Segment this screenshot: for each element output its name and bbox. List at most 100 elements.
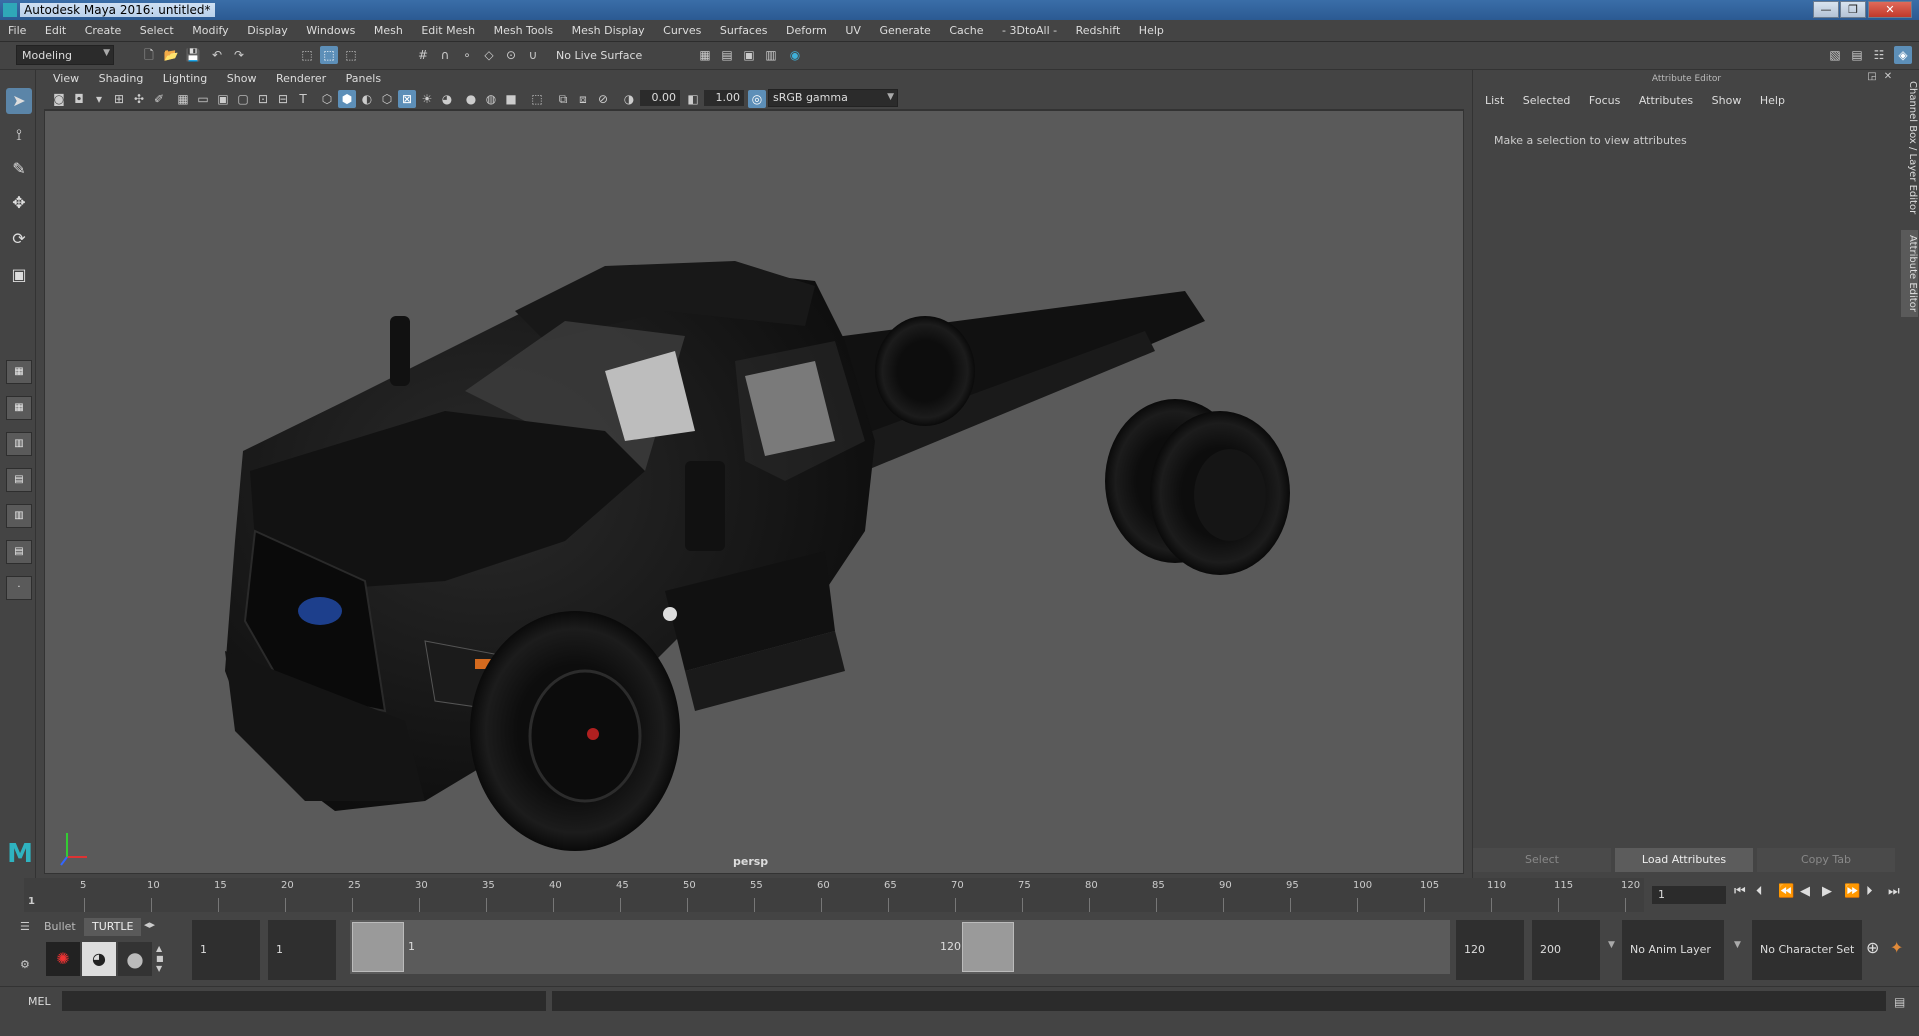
snap-curve-icon[interactable]: ∩ (436, 46, 454, 64)
play-backward-icon[interactable]: ◀ (1800, 884, 1810, 899)
shelf-menu-icon[interactable]: ☰ (20, 920, 34, 934)
wireframe-on-shaded-icon[interactable]: ⬡ (378, 90, 396, 108)
attribute-editor-tab[interactable]: Attribute Editor (1901, 230, 1918, 317)
motion-blur-icon[interactable]: ◍ (482, 90, 500, 108)
open-scene-icon[interactable]: 📂 (162, 46, 180, 64)
panel-menu-lighting[interactable]: Lighting (154, 70, 214, 85)
script-editor-icon[interactable]: ▤ (1894, 995, 1905, 1009)
command-input[interactable] (62, 991, 546, 1011)
turtle-render-shelf-icon[interactable]: ✺ (46, 942, 80, 976)
truck-model[interactable] (45, 111, 1464, 874)
color-management-icon[interactable]: ◎ (748, 90, 766, 108)
playback-start-field[interactable]: 1 (268, 920, 336, 980)
snap-view-plane-icon[interactable]: ◇ (480, 46, 498, 64)
menu-create[interactable]: Create (77, 20, 129, 37)
exposure-field[interactable]: 0.00 (640, 90, 680, 106)
film-gate-icon[interactable]: ▭ (194, 90, 212, 108)
single-perspective-layout-button[interactable]: ▦ (6, 360, 32, 384)
menu-curves[interactable]: Curves (655, 20, 708, 37)
go-to-end-icon[interactable]: ⏭ (1888, 884, 1900, 899)
menu-uv[interactable]: UV (837, 20, 868, 37)
menu-edit-mesh[interactable]: Edit Mesh (413, 20, 482, 37)
menu-select[interactable]: Select (132, 20, 181, 37)
snap-point-icon[interactable]: ∘ (458, 46, 476, 64)
grid-icon[interactable]: ▦ (174, 90, 192, 108)
menu-cache[interactable]: Cache (941, 20, 990, 37)
xray-icon[interactable]: ⧉ (554, 90, 572, 108)
close-panel-icon[interactable]: ✕ (1881, 70, 1895, 84)
panel-menu-panels[interactable]: Panels (337, 70, 388, 85)
turtle-baking-shelf-icon[interactable]: ◕ (82, 942, 116, 976)
ae-select-button[interactable]: Select (1473, 848, 1611, 872)
menu-generate[interactable]: Generate (871, 20, 937, 37)
shelf-tab-bullet[interactable]: Bullet (36, 918, 84, 936)
anim-layer-field[interactable]: No Anim Layer (1622, 920, 1724, 980)
ae-copy-tab-button[interactable]: Copy Tab (1757, 848, 1895, 872)
bookmark-icon[interactable]: ▾ (90, 90, 108, 108)
wireframe-icon[interactable]: ⬡ (318, 90, 336, 108)
two-d-pan-icon[interactable]: ✣ (130, 90, 148, 108)
time-slider[interactable]: 1 5 10 15 20 25 30 35 40 45 50 55 60 65 70 75 80 85 90 95 1… (24, 878, 1644, 912)
step-forward-key-icon[interactable]: ⏩ (1844, 884, 1860, 899)
channel-box-tab[interactable]: Channel Box / Layer Editor (1901, 76, 1918, 219)
smooth-shade-icon[interactable]: ⬢ (338, 90, 356, 108)
current-frame-field[interactable]: 1 (1652, 886, 1726, 904)
range-slider-track[interactable] (350, 920, 1450, 974)
ae-menu-selected[interactable]: Selected (1517, 94, 1580, 107)
select-tool-icon[interactable]: ➤ (6, 88, 32, 114)
use-all-lights-icon[interactable]: ☀ (418, 90, 436, 108)
shadows-icon[interactable]: ◕ (438, 90, 456, 108)
modeling-toolkit-icon[interactable]: ▧ (1826, 46, 1844, 64)
lasso-tool-icon[interactable]: ⟟ (6, 122, 32, 148)
step-back-key-icon[interactable]: ⏪ (1778, 884, 1794, 899)
gamma-field[interactable]: 1.00 (704, 90, 744, 106)
attribute-editor-toggle-icon[interactable]: ▤ (1848, 46, 1866, 64)
exposure-icon[interactable]: ◑ (620, 90, 638, 108)
menu-file[interactable]: File (0, 20, 33, 37)
menu-3dtoall[interactable]: - 3DtoAll - (994, 20, 1064, 37)
step-back-frame-icon[interactable]: ⏴ (1756, 884, 1763, 899)
ae-menu-focus[interactable]: Focus (1583, 94, 1629, 107)
ipr-render-icon[interactable]: ▥ (762, 46, 780, 64)
hypershade-icon[interactable]: ◉ (786, 46, 804, 64)
save-scene-icon[interactable]: 💾 (184, 46, 202, 64)
graph-layout-button[interactable]: ▤ (6, 468, 32, 492)
minimize-button[interactable]: — (1813, 1, 1839, 18)
animation-preferences-icon[interactable]: ✦ (1890, 938, 1903, 957)
menu-surfaces[interactable]: Surfaces (712, 20, 775, 37)
step-forward-frame-icon[interactable]: ⏵ (1866, 884, 1873, 899)
maximize-button[interactable]: ❐ (1840, 1, 1866, 18)
ae-menu-show[interactable]: Show (1706, 94, 1751, 107)
outliner-layout-button[interactable]: ▥ (6, 504, 32, 528)
panel-menu-shading[interactable]: Shading (90, 70, 151, 85)
shelf-settings-icon[interactable]: ⚙ (20, 958, 34, 972)
snap-grid-icon[interactable]: # (414, 46, 432, 64)
auto-key-icon[interactable]: ⊕ (1866, 938, 1879, 957)
menu-deform[interactable]: Deform (778, 20, 834, 37)
side-by-side-layout-button[interactable]: ▥ (6, 432, 32, 456)
paint-select-tool-icon[interactable]: ✎ (6, 156, 32, 182)
character-set-field[interactable]: No Character Set (1752, 920, 1862, 980)
menu-edit[interactable]: Edit (37, 20, 73, 37)
custom-layout-button[interactable]: · (6, 576, 32, 600)
isolate-select-icon[interactable]: ⬚ (528, 90, 546, 108)
select-by-hierarchy-icon[interactable]: ⬚ (298, 46, 316, 64)
turtle-surface-shelf-icon[interactable]: ● (118, 942, 152, 976)
menu-windows[interactable]: Windows (298, 20, 362, 37)
anti-aliasing-icon[interactable]: ■ (502, 90, 520, 108)
ae-menu-help[interactable]: Help (1754, 94, 1794, 107)
command-language-label[interactable]: MEL (28, 995, 51, 1008)
chevron-down-icon[interactable]: ▼ (1734, 940, 1741, 950)
xray-joints-icon[interactable]: ⧈ (574, 90, 592, 108)
menu-mesh[interactable]: Mesh (366, 20, 410, 37)
menu-redshift[interactable]: Redshift (1068, 20, 1128, 37)
panel-menu-show[interactable]: Show (218, 70, 264, 85)
redo-icon[interactable]: ↷ (230, 46, 248, 64)
make-live-icon[interactable]: ∪ (524, 46, 542, 64)
menuset-dropdown[interactable]: Modeling ▼ (16, 45, 114, 65)
undo-icon[interactable]: ↶ (208, 46, 226, 64)
chevron-down-icon[interactable]: ▼ (1608, 940, 1615, 950)
rotate-tool-icon[interactable]: ⟳ (6, 226, 32, 252)
menu-display[interactable]: Display (239, 20, 295, 37)
playback-end-field[interactable]: 120 (1456, 920, 1524, 980)
